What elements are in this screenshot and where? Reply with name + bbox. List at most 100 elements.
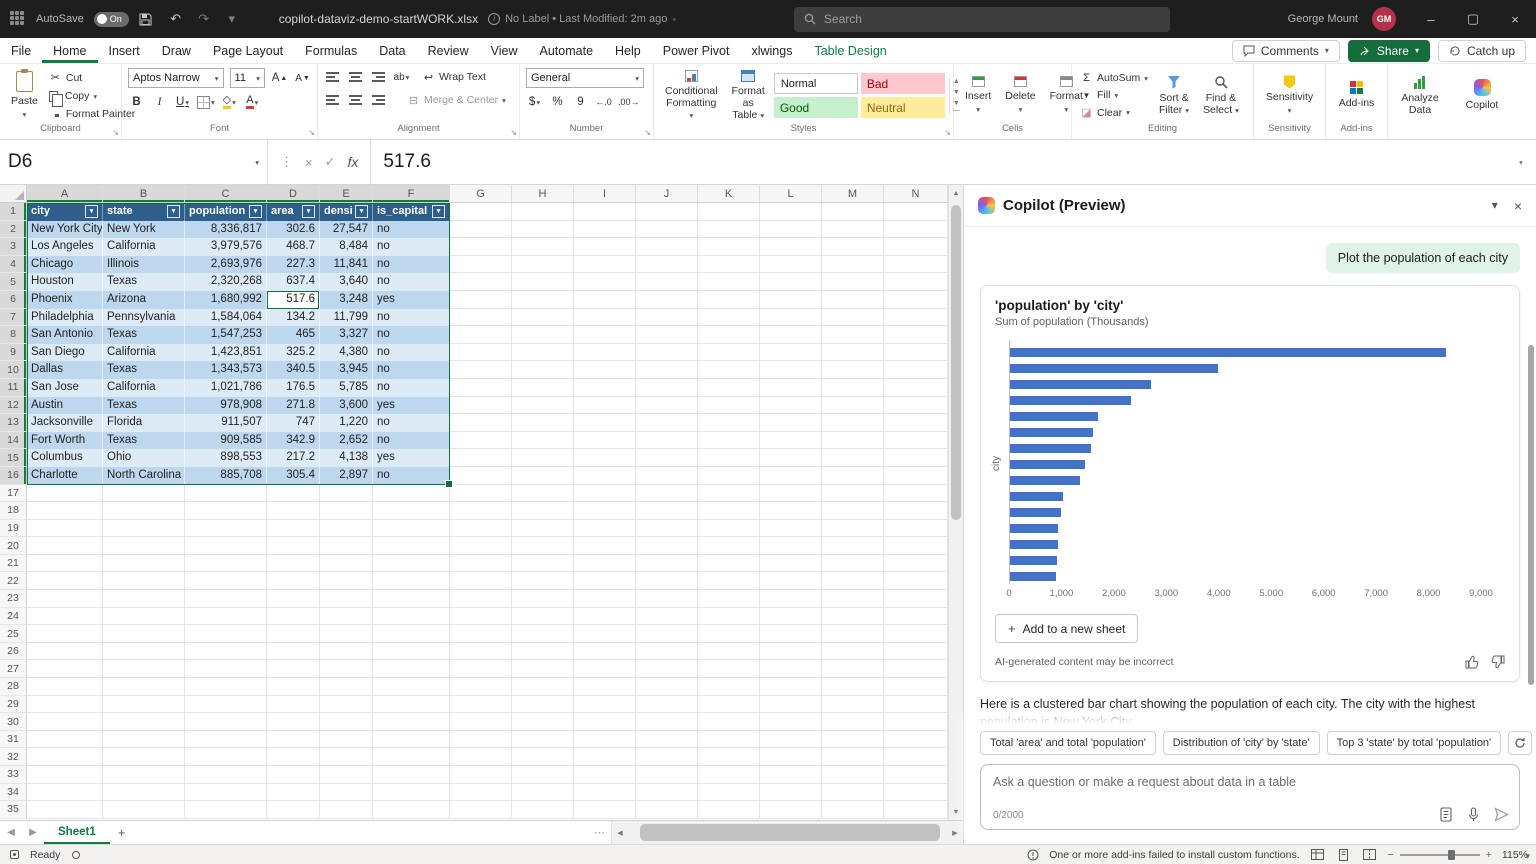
merge-center-button[interactable]: ⊟Merge & Center ▾ xyxy=(405,93,508,108)
add-sheet-button[interactable]: + xyxy=(110,825,134,840)
page-break-view-icon[interactable] xyxy=(1362,848,1378,862)
grid-cell[interactable]: California xyxy=(103,344,185,362)
grid-cell[interactable] xyxy=(373,748,450,766)
grid-cell[interactable] xyxy=(636,467,698,485)
grid-cell[interactable] xyxy=(512,203,574,221)
grid-cell[interactable] xyxy=(822,414,884,432)
grid-cell[interactable] xyxy=(512,414,574,432)
grid-cell[interactable]: Texas xyxy=(103,361,185,379)
grid-cell[interactable] xyxy=(267,520,320,538)
cancel-entry-icon[interactable]: × xyxy=(305,155,313,170)
grid-cell[interactable] xyxy=(698,713,760,731)
grid-cell[interactable] xyxy=(698,731,760,749)
grid-cell[interactable] xyxy=(822,766,884,784)
grid-cell[interactable] xyxy=(103,713,185,731)
grid-cell[interactable] xyxy=(760,291,822,309)
grid-cell[interactable] xyxy=(267,537,320,555)
chart-bar-philadelphia[interactable] xyxy=(1010,428,1093,437)
grid-cell[interactable] xyxy=(373,766,450,784)
grid-cell[interactable] xyxy=(512,379,574,397)
grid-cell[interactable]: yes xyxy=(373,397,450,415)
zoom-out-icon[interactable]: − xyxy=(1388,849,1394,861)
grid-cell[interactable] xyxy=(27,660,103,678)
grid-cell[interactable] xyxy=(574,361,636,379)
grid-cell[interactable] xyxy=(512,467,574,485)
row-header-5[interactable]: 5 xyxy=(0,273,27,291)
grid-cell[interactable] xyxy=(574,678,636,696)
row-header-2[interactable]: 2 xyxy=(0,221,27,239)
grid-cell[interactable] xyxy=(512,731,574,749)
chart-bar-los-angeles[interactable] xyxy=(1010,364,1218,373)
grid-cell[interactable] xyxy=(320,784,373,802)
grid-cell[interactable] xyxy=(884,678,948,696)
grid-cell[interactable] xyxy=(512,572,574,590)
row-header-29[interactable]: 29 xyxy=(0,696,27,714)
font-name-select[interactable]: Aptos Narrow▾ xyxy=(128,68,224,88)
suggestion-chip[interactable]: Top 3 'state' by total 'population' xyxy=(1327,731,1502,755)
grid-cell[interactable] xyxy=(320,696,373,714)
app-launcher-icon[interactable] xyxy=(10,11,26,27)
grid-cell[interactable] xyxy=(185,537,267,555)
filter-icon[interactable]: ▾ xyxy=(85,205,98,218)
find-select-button[interactable]: Find &Select ▾ xyxy=(1198,73,1244,118)
grid-cell[interactable] xyxy=(884,291,948,309)
comma-style-button[interactable]: 9 xyxy=(572,93,589,111)
grid-cell[interactable] xyxy=(450,238,512,256)
grid-cell[interactable] xyxy=(450,713,512,731)
grid-cell[interactable] xyxy=(574,520,636,538)
grid-cell[interactable] xyxy=(884,731,948,749)
thumbs-down-icon[interactable] xyxy=(1491,655,1505,669)
collapse-panel-icon[interactable]: ▾ xyxy=(1492,198,1498,214)
grid-cell[interactable] xyxy=(450,625,512,643)
grid-cell[interactable] xyxy=(574,397,636,415)
autosum-button[interactable]: ΣAutoSum ▾ xyxy=(1078,71,1150,85)
chart-bar-san-jose[interactable] xyxy=(1010,492,1063,501)
redo-icon[interactable]: ↷ xyxy=(195,11,213,27)
grid-cell[interactable] xyxy=(822,784,884,802)
grid-cell[interactable] xyxy=(574,326,636,344)
panel-scroll-thumb[interactable] xyxy=(1528,345,1534,685)
grid-cell[interactable] xyxy=(450,326,512,344)
grid-cell[interactable] xyxy=(512,309,574,327)
tab-view[interactable]: View xyxy=(480,38,529,63)
grid-cell[interactable] xyxy=(822,801,884,819)
grid-cell[interactable] xyxy=(320,590,373,608)
grid-cell[interactable]: no xyxy=(373,379,450,397)
grid-cell[interactable] xyxy=(574,309,636,327)
clipboard-dialog-launcher-icon[interactable]: ↘ xyxy=(112,128,119,137)
column-header-L[interactable]: L xyxy=(760,185,822,202)
filter-icon[interactable]: ▾ xyxy=(302,205,315,218)
grid-cell[interactable]: 747 xyxy=(267,414,320,432)
grid-cell[interactable]: 3,600 xyxy=(320,397,373,415)
grid-cell[interactable] xyxy=(450,748,512,766)
row-header-27[interactable]: 27 xyxy=(0,660,27,678)
prev-sheet-icon[interactable]: ◀ xyxy=(0,827,22,838)
grid-cell[interactable]: Phoenix xyxy=(27,291,103,309)
grid-cell[interactable] xyxy=(760,731,822,749)
grid-cell[interactable] xyxy=(822,397,884,415)
grid-cell[interactable] xyxy=(512,291,574,309)
grid-cell[interactable]: 8,484 xyxy=(320,238,373,256)
grid-cell[interactable] xyxy=(103,801,185,819)
grid-cell[interactable] xyxy=(698,784,760,802)
document-title[interactable]: copilot-dataviz-demo-startWORK.xlsx xyxy=(279,12,478,26)
grid-cell[interactable] xyxy=(27,590,103,608)
grid-cell[interactable] xyxy=(320,485,373,503)
wrap-text-button[interactable]: ↩Wrap Text xyxy=(420,70,488,85)
grid-cell[interactable] xyxy=(320,520,373,538)
fill-color-button[interactable]: ◇▾ xyxy=(221,93,238,111)
user-name[interactable]: George Mount xyxy=(1288,13,1358,25)
grid-cell[interactable] xyxy=(27,766,103,784)
grid-cell[interactable]: Ohio xyxy=(103,449,185,467)
grid-cell[interactable] xyxy=(512,625,574,643)
grid-cell[interactable] xyxy=(450,696,512,714)
grid-cell[interactable] xyxy=(574,256,636,274)
grid-cell[interactable] xyxy=(574,731,636,749)
scroll-up-icon[interactable]: ▲ xyxy=(949,185,963,201)
grid-cell[interactable] xyxy=(27,485,103,503)
grid-cell[interactable] xyxy=(373,678,450,696)
grid-cell[interactable] xyxy=(760,608,822,626)
grid-cell[interactable] xyxy=(636,713,698,731)
grid-cell[interactable] xyxy=(450,555,512,573)
grid-cell[interactable]: 909,585 xyxy=(185,432,267,450)
